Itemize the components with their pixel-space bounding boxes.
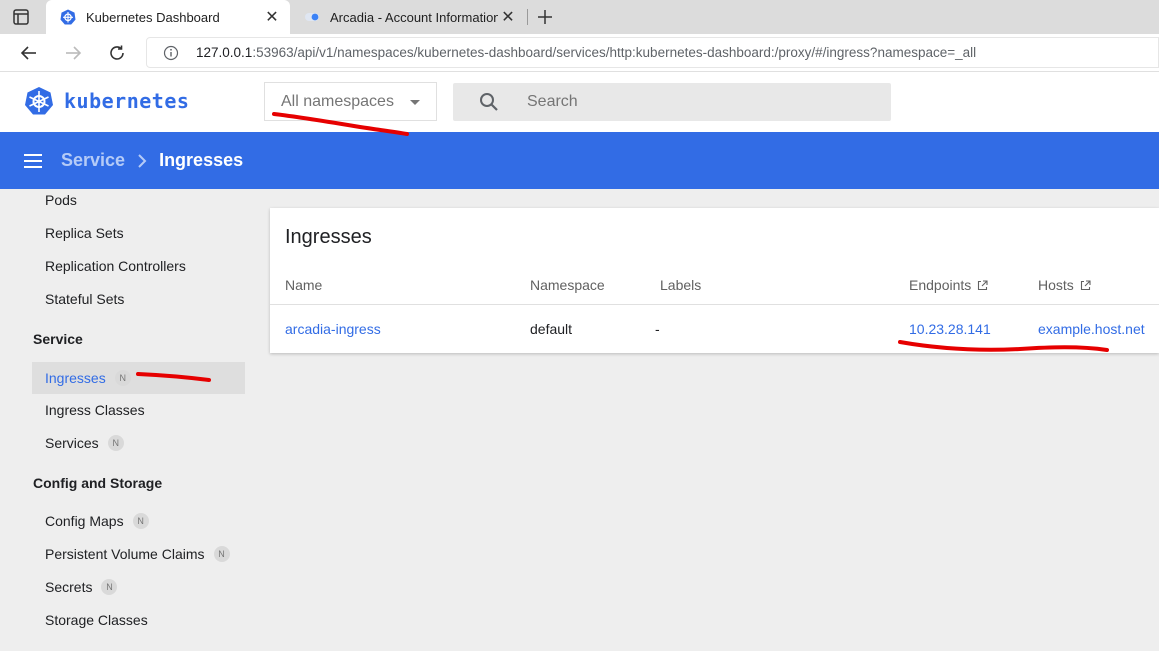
column-header-label: Name — [285, 277, 323, 293]
ingresses-card: Ingresses Name Namespace Labels Endpoint… — [270, 208, 1159, 353]
external-link-icon — [978, 279, 988, 290]
logo-text: kubernetes — [64, 89, 190, 113]
chevron-down-icon — [410, 100, 420, 105]
tab-title: Arcadia - Account Information — [330, 9, 498, 25]
column-header-endpoints: Endpoints — [909, 277, 988, 293]
sidebar-group-config-storage[interactable]: Config and Storage — [33, 475, 162, 491]
sidebar-item-services[interactable]: Services N — [32, 427, 245, 459]
address-bar[interactable]: 127.0.0.1:53963/api/v1/namespaces/kubern… — [146, 37, 1159, 68]
column-header-labels: Labels — [660, 277, 701, 293]
column-header-name[interactable]: Name — [285, 277, 322, 293]
namespaced-badge: N — [114, 370, 131, 386]
external-link-icon — [1080, 279, 1091, 290]
sidebar-item-stateful-sets[interactable]: Stateful Sets — [32, 283, 245, 315]
sidebar-item-label: Ingress Classes — [45, 402, 145, 418]
sidebar-item-label: Stateful Sets — [45, 291, 125, 307]
reload-icon[interactable] — [103, 39, 131, 67]
forward-arrow-icon[interactable] — [59, 39, 87, 67]
url-path: :53963/api/v1/namespaces/kubernetes-dash… — [252, 45, 977, 60]
column-header-label: Labels — [660, 277, 702, 293]
close-tab-icon[interactable]: ✕ — [262, 7, 282, 27]
info-icon[interactable] — [163, 45, 179, 61]
namespace-cell: default — [530, 321, 573, 337]
table-divider — [270, 304, 1159, 305]
sidebar-item-ingresses[interactable]: Ingresses N — [32, 362, 245, 394]
sidebar-item-label: Persistent Volume Claims — [45, 546, 205, 562]
sidebar-item-label: Ingresses — [45, 370, 106, 386]
new-tab-icon[interactable] — [534, 6, 556, 28]
tab-actions-icon[interactable] — [12, 8, 30, 26]
tab-arcadia-account[interactable]: Arcadia - Account Information ✕ — [290, 0, 526, 34]
sidebar: Pods Replica Sets Replication Controller… — [0, 189, 258, 651]
title-bar: Service Ingresses — [0, 132, 1159, 189]
sidebar-item-label: Replica Sets — [45, 225, 124, 241]
kubernetes-wheel-icon — [25, 87, 53, 115]
column-header-label: Endpoints — [909, 277, 972, 293]
search-input[interactable] — [527, 93, 867, 111]
kubernetes-favicon-icon — [60, 9, 76, 25]
namespaced-badge: N — [101, 579, 118, 595]
namespaced-badge: N — [213, 546, 230, 562]
column-header-namespace[interactable]: Namespace — [530, 277, 605, 293]
sidebar-item-label: Services — [45, 435, 99, 451]
sidebar-item-label: Storage Classes — [45, 612, 148, 628]
sidebar-item-storage-classes[interactable]: Storage Classes — [32, 604, 245, 636]
search-box[interactable] — [453, 83, 891, 121]
url-host: 127.0.0.1 — [196, 45, 253, 60]
browser-tab-strip: Kubernetes Dashboard ✕ Arcadia - Account… — [0, 0, 1159, 34]
namespace-select[interactable]: All namespaces — [264, 82, 437, 121]
sidebar-item-config-maps[interactable]: Config Maps N — [32, 505, 245, 537]
sidebar-item-pods[interactable]: Pods — [32, 184, 245, 216]
sidebar-item-persistent-volume-claims[interactable]: Persistent Volume Claims N — [32, 538, 245, 570]
sidebar-item-replica-sets[interactable]: Replica Sets — [32, 217, 245, 249]
column-header-hosts: Hosts — [1038, 277, 1091, 293]
back-arrow-icon[interactable] — [15, 39, 43, 67]
app-header: kubernetes All namespaces — [0, 72, 1159, 132]
sidebar-item-secrets[interactable]: Secrets N — [32, 571, 245, 603]
card-title: Ingresses — [285, 226, 372, 248]
breadcrumb-current: Ingresses — [159, 150, 244, 170]
sidebar-group-service[interactable]: Service — [33, 331, 83, 347]
sidebar-item-label: Pods — [45, 192, 77, 208]
column-header-label: Namespace — [530, 277, 605, 293]
breadcrumb-parent[interactable]: Service — [61, 150, 125, 171]
toggle-favicon-icon — [304, 9, 320, 25]
host-link[interactable]: example.host.net — [1038, 321, 1145, 337]
sidebar-item-label: Config Maps — [45, 513, 124, 529]
url-text: 127.0.0.1:53963/api/v1/namespaces/kubern… — [196, 45, 976, 60]
hamburger-menu-icon[interactable] — [24, 153, 42, 168]
sidebar-item-ingress-classes[interactable]: Ingress Classes — [32, 394, 245, 426]
sidebar-item-replication-controllers[interactable]: Replication Controllers — [32, 250, 245, 282]
search-icon — [479, 92, 499, 112]
labels-cell: - — [655, 321, 660, 337]
kubernetes-logo[interactable]: kubernetes — [24, 86, 189, 116]
close-tab-icon[interactable]: ✕ — [498, 7, 518, 27]
column-header-label: Hosts — [1038, 277, 1074, 293]
tab-separator — [527, 9, 528, 25]
sidebar-item-label: Secrets — [45, 579, 93, 595]
namespace-value: All namespaces — [281, 92, 394, 110]
ingress-name-link[interactable]: arcadia-ingress — [285, 321, 381, 337]
chevron-right-icon — [137, 153, 147, 168]
tab-kubernetes-dashboard[interactable]: Kubernetes Dashboard ✕ — [46, 0, 290, 34]
browser-toolbar: 127.0.0.1:53963/api/v1/namespaces/kubern… — [0, 34, 1159, 72]
namespaced-badge: N — [107, 435, 124, 451]
sidebar-item-label: Replication Controllers — [45, 258, 186, 274]
endpoint-link[interactable]: 10.23.28.141 — [909, 321, 991, 337]
namespaced-badge: N — [132, 513, 149, 529]
tab-title: Kubernetes Dashboard — [86, 9, 220, 25]
